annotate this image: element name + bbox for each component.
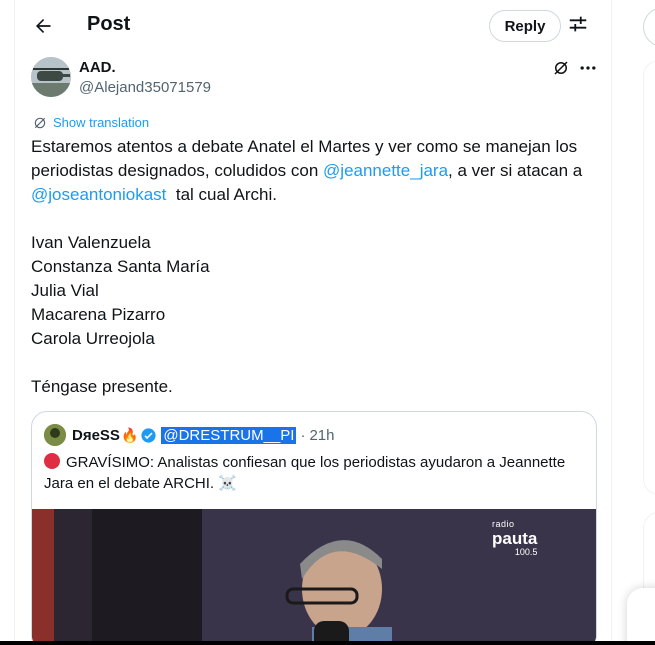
avatar[interactable] (31, 57, 71, 97)
radio-logo-freq: 100.5 (514, 547, 538, 557)
quoted-media-video[interactable]: radio pauta 100.5 (32, 509, 596, 645)
helicopter-avatar-image (31, 57, 71, 97)
radio-logo-name: pauta (492, 529, 538, 548)
messages-drawer-edge[interactable] (627, 588, 655, 645)
grok-icon[interactable] (552, 59, 570, 77)
name-line: Macarena Pizarro (31, 305, 166, 324)
closing-line: Téngase presente. (31, 377, 173, 396)
adjust-button[interactable] (567, 13, 591, 37)
fire-emoji: 🔥 (120, 426, 139, 443)
radio-logo-small: radio (492, 519, 515, 529)
adjust-icon (569, 16, 587, 32)
show-translation-label: Show translation (53, 115, 150, 130)
author-name[interactable]: AAD. (79, 59, 116, 76)
search-box-edge[interactable] (643, 7, 655, 47)
sidebar-card-edge (643, 60, 655, 495)
post-line: @joseantoniokast tal cual Archi. (31, 183, 601, 207)
name-line: Carola Urreojola (31, 329, 155, 348)
verified-icon (141, 427, 156, 443)
quoted-author-name[interactable]: DяeSS (72, 427, 120, 444)
main-column: Post Reply AAD. @Alejand35071579 Show tr… (14, 0, 612, 645)
separator-dot: · (300, 426, 306, 444)
header: Post Reply (15, 0, 613, 52)
post-text-span: periodistas designados, coludidos con (31, 161, 324, 180)
back-button[interactable] (29, 12, 57, 40)
right-column (627, 0, 655, 645)
post-text: Estaremos atentos a debate Anatel el Mar… (31, 135, 601, 399)
red-circle-icon (44, 453, 60, 469)
quoted-post-header: DяeSS 🔥 @DRESTRUM__PI · 21h (44, 424, 335, 446)
radio-logo: radio pauta 100.5 (492, 519, 537, 557)
quoted-avatar[interactable] (44, 424, 66, 446)
author-handle[interactable]: @Alejand35071579 (79, 79, 211, 96)
quoted-text-content: GRAVÍSIMO: Analistas confiesan que los p… (44, 454, 566, 492)
quoted-post[interactable]: DяeSS 🔥 @DRESTRUM__PI · 21h GRAVÍSIMO: A… (31, 411, 597, 645)
screen-edge (0, 641, 655, 645)
name-line: Ivan Valenzuela (31, 233, 151, 252)
name-line: Constanza Santa María (31, 257, 210, 276)
post-text-span: , a ver si atacan a (448, 161, 583, 180)
quoted-text: GRAVÍSIMO: Analistas confiesan que los p… (44, 452, 584, 494)
name-line: Julia Vial (31, 281, 99, 300)
mention-link[interactable]: @jeannette_jara (323, 161, 448, 180)
page-title: Post (87, 13, 131, 35)
quoted-timestamp[interactable]: 21h (309, 427, 334, 444)
back-arrow-icon (36, 19, 51, 33)
post-line: Estaremos atentos a debate Anatel el Mar… (31, 137, 578, 156)
translate-icon (34, 117, 46, 128)
reply-button[interactable]: Reply (489, 10, 561, 42)
more-icon[interactable] (578, 58, 598, 78)
post-text-span: tal cual Archi. (166, 185, 277, 204)
post-line: periodistas designados, coludidos con @j… (31, 159, 601, 183)
show-translation-link[interactable]: Show translation (33, 115, 149, 130)
mention-link[interactable]: @joseantoniokast (31, 185, 166, 204)
quoted-author-handle[interactable]: @DRESTRUM__PI (161, 426, 297, 444)
